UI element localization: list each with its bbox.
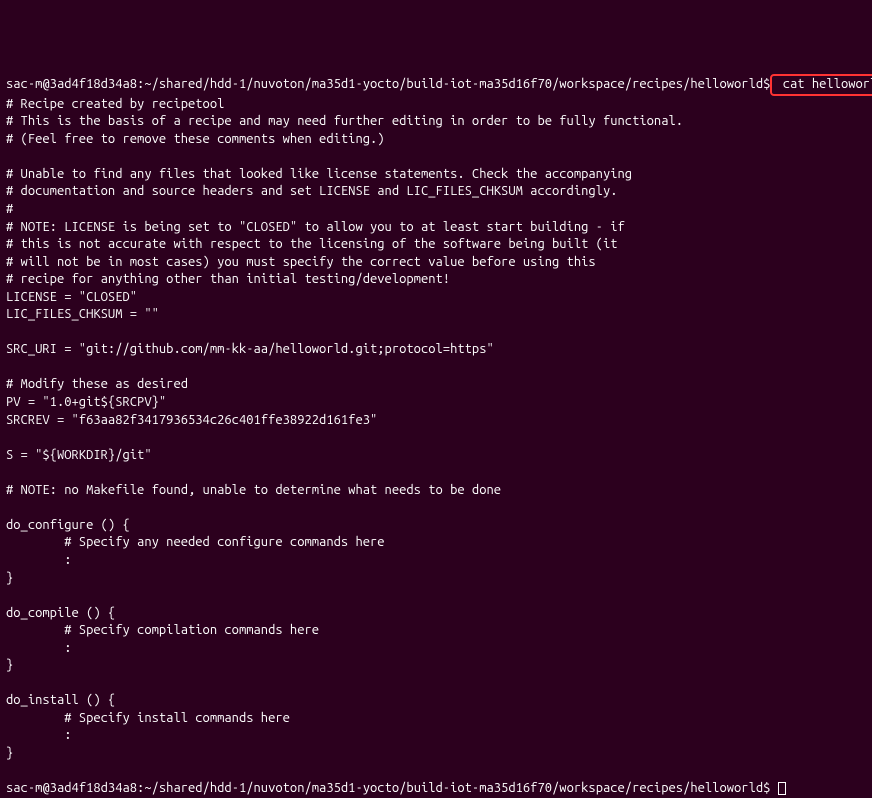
output-line: # Modify these as desired xyxy=(6,377,188,391)
output-line: # NOTE: no Makefile found, unable to det… xyxy=(6,483,501,497)
prompt-user-host: sac-m@3ad4f18d34a8 xyxy=(6,77,137,91)
output-line: # Specify any needed configure commands … xyxy=(6,535,385,549)
prompt-user-host: sac-m@3ad4f18d34a8 xyxy=(6,781,137,795)
output-line: # Specify install commands here xyxy=(6,711,290,725)
output-line: LIC_FILES_CHKSUM = "" xyxy=(6,307,159,321)
output-line: # Recipe created by recipetool xyxy=(6,97,224,111)
output-line: # Unable to find any files that looked l… xyxy=(6,167,632,181)
output-line: # This is the basis of a recipe and may … xyxy=(6,114,683,128)
output-line: : xyxy=(6,641,72,655)
output-line: SRCREV = "f63aa82f3417936534c26c401ffe38… xyxy=(6,413,377,427)
output-line: } xyxy=(6,658,13,672)
output-line: # recipe for anything other than initial… xyxy=(6,272,450,286)
command-cat-highlight: cat helloworld_git.bb xyxy=(770,74,872,96)
output-line: # xyxy=(6,202,13,216)
output-line: # NOTE: LICENSE is being set to "CLOSED"… xyxy=(6,220,625,234)
output-line: # this is not accurate with respect to t… xyxy=(6,237,618,251)
prompt-separator: : xyxy=(137,781,144,795)
output-line: } xyxy=(6,571,13,585)
output-line: do_compile () { xyxy=(6,606,115,620)
output-line: SRC_URI = "git://github.com/mm-kk-aa/hel… xyxy=(6,342,494,356)
output-line: # (Feel free to remove these comments wh… xyxy=(6,132,385,146)
prompt-dollar: $ xyxy=(763,77,770,91)
prompt-dollar: $ xyxy=(763,781,778,795)
output-line: : xyxy=(6,728,72,742)
prompt-line-1: sac-m@3ad4f18d34a8:~/shared/hdd-1/nuvoto… xyxy=(6,77,872,91)
prompt-path: ~/shared/hdd-1/nuvoton/ma35d1-yocto/buil… xyxy=(144,77,763,91)
output-line: S = "${WORKDIR}/git" xyxy=(6,448,152,462)
output-line: # Specify compilation commands here xyxy=(6,623,319,637)
prompt-path: ~/shared/hdd-1/nuvoton/ma35d1-yocto/buil… xyxy=(144,781,763,795)
output-line: PV = "1.0+git${SRCPV}" xyxy=(6,395,166,409)
command-text: cat helloworld_git.bb xyxy=(775,77,872,91)
prompt-line-2[interactable]: sac-m@3ad4f18d34a8:~/shared/hdd-1/nuvoto… xyxy=(6,781,786,795)
output-line: do_configure () { xyxy=(6,518,130,532)
terminal-window[interactable]: sac-m@3ad4f18d34a8: ~/shared/hdd-1/nuvoto… xyxy=(6,74,866,629)
output-line: do_install () { xyxy=(6,693,115,707)
output-line: # documentation and source headers and s… xyxy=(6,184,618,198)
output-line: : xyxy=(6,553,72,567)
output-line: # will not be in most cases) you must sp… xyxy=(6,255,596,269)
cursor-icon xyxy=(778,782,786,795)
output-line: LICENSE = "CLOSED" xyxy=(6,290,137,304)
output-line: } xyxy=(6,746,13,760)
